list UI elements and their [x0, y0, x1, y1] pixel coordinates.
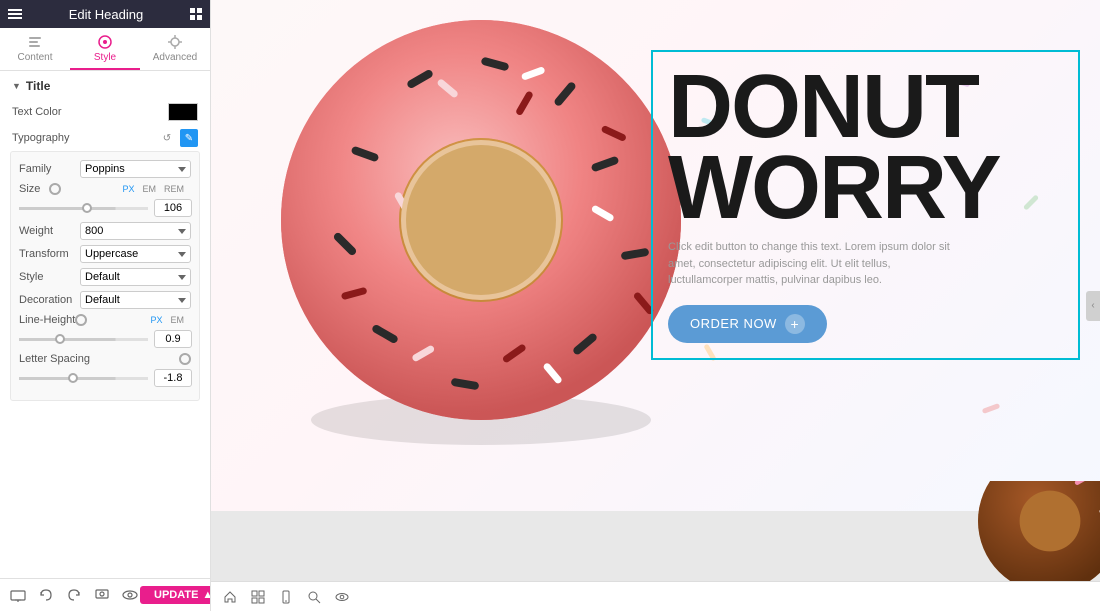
- left-panel: Edit Heading Content Style: [0, 0, 211, 611]
- tab-advanced[interactable]: Advanced: [140, 28, 210, 70]
- font-family-row: Family Poppins: [19, 160, 191, 178]
- update-arrow-icon: ▲: [202, 589, 211, 601]
- font-style-row: Style Default: [19, 268, 191, 286]
- line-height-row: Line-Height PX EM: [19, 314, 191, 326]
- canvas-mobile-icon[interactable]: [277, 588, 295, 606]
- display-icon[interactable]: [92, 585, 112, 605]
- text-content-box: DONUT WORRY Click edit button to change …: [651, 50, 1080, 360]
- tab-content[interactable]: Content: [0, 28, 70, 70]
- text-color-label: Text Color: [12, 106, 62, 118]
- donut-image: [251, 0, 711, 480]
- canvas-eye-icon[interactable]: [333, 588, 351, 606]
- line-height-units: PX EM: [147, 314, 187, 326]
- typography-label: Typography: [12, 132, 69, 144]
- donut-peek: [970, 481, 1100, 581]
- order-now-label: ORDER NOW: [690, 316, 777, 331]
- order-plus-icon: +: [785, 314, 805, 334]
- unit-rem[interactable]: REM: [161, 183, 187, 195]
- text-color-swatch[interactable]: [168, 103, 198, 121]
- typography-refresh-icon[interactable]: ↺: [158, 129, 176, 147]
- panel-header: Edit Heading: [0, 0, 210, 28]
- font-size-row: Size PX EM REM: [19, 183, 191, 195]
- title-section-label: Title: [26, 79, 50, 93]
- collapse-handle[interactable]: ‹: [1086, 291, 1100, 321]
- bottom-bar-icons: [8, 585, 140, 605]
- font-weight-select[interactable]: 800: [80, 222, 191, 240]
- letter-spacing-link-icon[interactable]: [179, 353, 191, 365]
- sprinkle-6: [982, 403, 1001, 414]
- right-area: DONUT WORRY Click edit button to change …: [211, 0, 1100, 611]
- panel-body: ▼ Title Text Color Typography ↺ ✎ Family…: [0, 71, 210, 578]
- typography-icons: ↺ ✎: [158, 129, 198, 147]
- panel-title: Edit Heading: [69, 7, 143, 22]
- canvas-grid-icon[interactable]: [249, 588, 267, 606]
- tab-style[interactable]: Style: [70, 28, 140, 70]
- font-style-label: Style: [19, 271, 74, 283]
- menu-icon[interactable]: [8, 9, 22, 19]
- font-size-slider-row: 106: [19, 199, 191, 217]
- font-decoration-label: Decoration: [19, 294, 74, 306]
- typography-row: Typography ↺ ✎: [0, 125, 210, 151]
- tab-advanced-label: Advanced: [153, 52, 197, 63]
- update-button[interactable]: UPDATE ▲: [140, 586, 211, 604]
- line-height-slider[interactable]: [19, 338, 148, 341]
- canvas-zoom-icon[interactable]: [305, 588, 323, 606]
- canvas-bottom-toolbar: [211, 581, 1100, 611]
- font-decoration-select[interactable]: Default: [80, 291, 191, 309]
- canvas-home-icon[interactable]: [221, 588, 239, 606]
- font-size-label: Size: [19, 183, 49, 195]
- letter-spacing-input[interactable]: -1.8: [154, 369, 192, 387]
- order-now-button[interactable]: ORDER NOW +: [668, 305, 827, 343]
- panel-bottom-bar: UPDATE ▲: [0, 578, 210, 611]
- letter-spacing-row: Letter Spacing: [19, 353, 191, 365]
- line-height-label: Line-Height: [19, 314, 75, 326]
- canvas-area: DONUT WORRY Click edit button to change …: [211, 0, 1100, 611]
- line-height-input[interactable]: 0.9: [154, 330, 192, 348]
- lh-unit-px[interactable]: PX: [147, 314, 165, 326]
- letter-spacing-slider[interactable]: [19, 377, 148, 380]
- eye-icon[interactable]: [120, 585, 140, 605]
- font-transform-label: Transform: [19, 248, 74, 260]
- heading-line1: DONUT: [668, 67, 1063, 148]
- font-size-units: PX EM REM: [119, 183, 187, 195]
- heading-line2: WORRY: [668, 148, 1063, 229]
- unit-em[interactable]: EM: [140, 183, 160, 195]
- undo-icon[interactable]: [36, 585, 56, 605]
- redo-icon[interactable]: [64, 585, 84, 605]
- font-style-select[interactable]: Default: [80, 268, 191, 286]
- font-weight-row: Weight 800: [19, 222, 191, 240]
- font-weight-label: Weight: [19, 225, 74, 237]
- font-size-input[interactable]: 106: [154, 199, 192, 217]
- font-transform-row: Transform Uppercase: [19, 245, 191, 263]
- title-section-header[interactable]: ▼ Title: [0, 71, 210, 99]
- collapse-arrow: ▼: [12, 81, 21, 91]
- line-height-slider-row: 0.9: [19, 330, 191, 348]
- font-family-select[interactable]: Poppins: [80, 160, 191, 178]
- panel-tabs: Content Style Advanced: [0, 28, 210, 71]
- line-height-link-icon[interactable]: [75, 314, 87, 326]
- apps-icon[interactable]: [190, 8, 202, 20]
- unit-px[interactable]: PX: [119, 183, 137, 195]
- font-family-label: Family: [19, 163, 74, 175]
- font-transform-select[interactable]: Uppercase: [80, 245, 191, 263]
- lh-unit-em[interactable]: EM: [168, 314, 188, 326]
- font-decoration-row: Decoration Default: [19, 291, 191, 309]
- update-label: UPDATE: [154, 589, 198, 601]
- letter-spacing-slider-row: -1.8: [19, 369, 191, 387]
- tab-style-label: Style: [94, 52, 116, 63]
- text-color-row: Text Color: [0, 99, 210, 125]
- type-controls: Family Poppins Size PX EM REM 106: [10, 151, 200, 401]
- letter-spacing-label: Letter Spacing: [19, 353, 90, 365]
- typography-edit-icon[interactable]: ✎: [180, 129, 198, 147]
- donut-body-text: Click edit button to change this text. L…: [668, 239, 968, 289]
- donut-heading: DONUT WORRY: [668, 67, 1063, 229]
- responsive-icon[interactable]: [8, 585, 28, 605]
- font-size-link-icon[interactable]: [49, 183, 61, 195]
- font-size-slider[interactable]: [19, 207, 148, 210]
- tab-content-label: Content: [17, 52, 52, 63]
